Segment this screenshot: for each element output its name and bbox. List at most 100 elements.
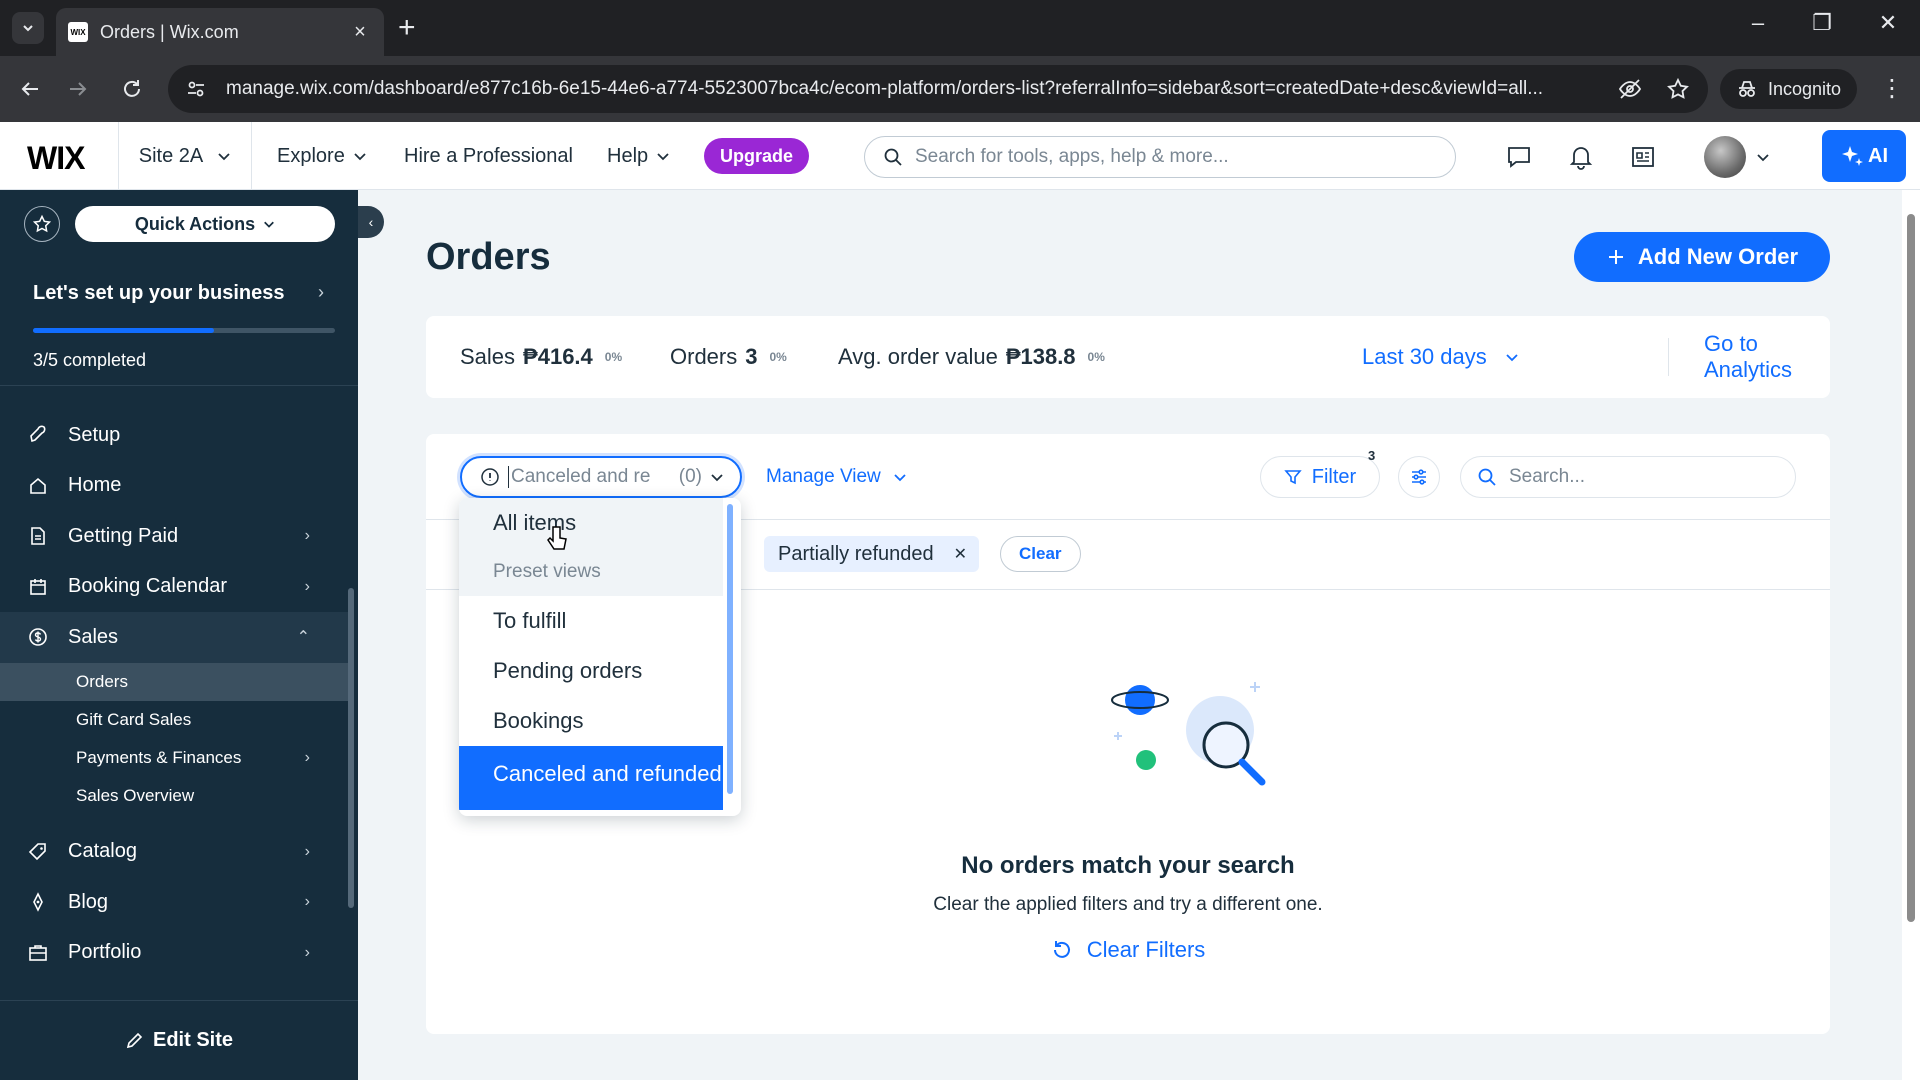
help-menu[interactable]: Help [607, 122, 670, 190]
chevron-right-icon: › [304, 842, 310, 860]
orders-search-input[interactable]: Search... [1460, 456, 1796, 498]
empty-state-illustration [1111, 682, 1266, 786]
dropdown-item-bookings[interactable]: Bookings [459, 696, 723, 746]
avatar[interactable] [1704, 136, 1746, 178]
clear-filters-chip[interactable]: Clear [1000, 536, 1081, 572]
sidebar-item-portfolio[interactable]: Portfolio › [0, 928, 350, 979]
sidebar-subitem-label: Sales Overview [76, 785, 195, 805]
sidebar-subitem-sales-overview[interactable]: Sales Overview [0, 777, 350, 815]
sidebar-subitem-label: Payments & Finances [76, 747, 242, 767]
hire-label: Hire a Professional [404, 144, 573, 167]
wix-favicon-icon: WIX [68, 22, 88, 42]
view-select-value: Canceled and re [508, 466, 671, 488]
close-icon[interactable]: ✕ [954, 544, 967, 564]
ai-assistant-button[interactable]: AI [1822, 130, 1906, 182]
hire-professional-link[interactable]: Hire a Professional [404, 122, 573, 190]
sidebar-subitem-orders[interactable]: Orders [0, 662, 350, 701]
eye-off-icon[interactable] [1618, 77, 1642, 101]
sidebar-nav: Setup Home Getting Paid › Booking Calend… [0, 410, 350, 978]
sparkle-icon [1842, 146, 1863, 166]
reload-button[interactable] [116, 73, 148, 105]
site-settings-icon[interactable] [186, 79, 206, 99]
stat-change: 0% [1087, 350, 1105, 364]
global-search-input[interactable]: Search for tools, apps, help & more... [864, 136, 1456, 178]
incognito-icon [1739, 81, 1755, 97]
view-select-count: (0) [678, 466, 702, 487]
dollar-icon [29, 628, 47, 647]
incognito-indicator[interactable]: Incognito [1720, 69, 1858, 109]
date-range-select[interactable]: Last 30 days [1362, 316, 1519, 398]
messages-button[interactable] [1504, 142, 1534, 172]
tab-list-button[interactable] [12, 12, 44, 44]
notifications-button[interactable] [1566, 142, 1596, 172]
sidebar-item-catalog[interactable]: Catalog › [0, 827, 350, 878]
sidebar-item-sales[interactable]: Sales ⌃ [0, 612, 350, 663]
sidebar-subitem-label: Gift Card Sales [76, 709, 192, 729]
star-icon[interactable] [1666, 77, 1690, 101]
upgrade-button[interactable]: Upgrade [704, 138, 810, 174]
explore-label: Explore [277, 144, 345, 167]
dropdown-section-header: Preset views [459, 548, 723, 596]
ai-label: AI [1868, 144, 1888, 167]
restore-button[interactable]: ❐ [1804, 10, 1840, 36]
dropdown-item-pending-orders[interactable]: Pending orders [459, 646, 723, 696]
empty-state-title: No orders match your search [961, 852, 1295, 879]
sidebar-scrollbar[interactable] [348, 588, 354, 908]
filter-button[interactable]: Filter [1260, 456, 1380, 498]
info-icon [481, 468, 499, 486]
sidebar-subitem-gift-card-sales[interactable]: Gift Card Sales [0, 701, 350, 739]
back-button[interactable] [14, 73, 46, 105]
minimize-button[interactable]: – [1740, 10, 1776, 36]
page-scrollbar-thumb[interactable] [1907, 214, 1915, 922]
browser-tab-bar: WIX Orders | Wix.com × + – ❐ ✕ [0, 0, 1920, 56]
chevron-right-icon: › [304, 577, 310, 595]
clear-filters-button[interactable]: Clear Filters [426, 930, 1830, 970]
chevron-down-icon[interactable] [1756, 150, 1770, 164]
explore-menu[interactable]: Explore [277, 122, 367, 190]
edit-site-button[interactable]: Edit Site [0, 1000, 358, 1080]
forward-button[interactable] [62, 73, 94, 105]
go-to-analytics-link[interactable]: Go to Analytics [1704, 316, 1830, 398]
omnibox[interactable]: manage.wix.com/dashboard/e877c16b-6e15-4… [168, 65, 1708, 113]
chevron-down-icon [218, 153, 230, 161]
sidebar-item-blog[interactable]: Blog › [0, 877, 350, 928]
quick-actions-button[interactable]: Quick Actions [75, 206, 335, 242]
arrow-right-icon [70, 82, 87, 96]
dropdown-item-canceled-refunded[interactable]: Canceled and refunded [459, 746, 723, 810]
wix-logo[interactable]: WIX [27, 140, 85, 177]
sidebar-item-getting-paid[interactable]: Getting Paid › [0, 511, 350, 562]
close-window-button[interactable]: ✕ [1870, 10, 1906, 36]
chevron-down-icon [264, 221, 275, 228]
favorites-button[interactable] [24, 206, 60, 242]
sidebar-subitem-payments-finances[interactable]: Payments & Finances › [0, 739, 350, 777]
dropdown-scrollbar[interactable] [727, 504, 733, 794]
filter-chip[interactable]: Partially refunded ✕ [764, 536, 980, 572]
stats-card: Sales ₱416.4 0% Orders 3 0% Avg. order v… [426, 316, 1830, 398]
manage-view-button[interactable]: Manage View [766, 456, 907, 498]
stat-label: Avg. order value [838, 344, 998, 369]
site-selector[interactable]: Site 2A [118, 122, 252, 190]
table-settings-button[interactable] [1398, 456, 1440, 498]
chevron-right-icon: › [318, 282, 324, 302]
pen-icon [33, 892, 43, 913]
view-select[interactable]: Canceled and re (0) [460, 456, 742, 498]
rocket-icon [30, 425, 46, 443]
browser-menu-icon[interactable]: ⋮ [1880, 74, 1904, 103]
tab-close-icon[interactable]: × [348, 21, 372, 44]
sidebar-item-label: Portfolio [68, 941, 142, 964]
dropdown-item-all-items[interactable]: All items [459, 498, 723, 548]
help-label: Help [607, 144, 649, 167]
sidebar-item-home[interactable]: Home [0, 461, 350, 512]
browser-tab[interactable]: WIX Orders | Wix.com × [56, 8, 384, 56]
stat-change: 0% [604, 350, 623, 364]
inbox-button[interactable] [1628, 142, 1658, 172]
add-new-order-button[interactable]: Add New Order [1574, 232, 1830, 282]
chevron-right-icon: › [304, 893, 310, 911]
sidebar-item-booking-calendar[interactable]: Booking Calendar › [0, 562, 350, 613]
wix-top-bar: WIX Site 2A Explore Hire a Professional … [0, 122, 1920, 190]
sidebar-item-setup[interactable]: Setup [0, 410, 350, 461]
date-range-label: Last 30 days [1362, 344, 1487, 369]
new-tab-button[interactable]: + [398, 13, 416, 43]
dropdown-item-to-fulfill[interactable]: To fulfill [459, 596, 723, 646]
page-scrollbar[interactable] [1902, 190, 1920, 1080]
